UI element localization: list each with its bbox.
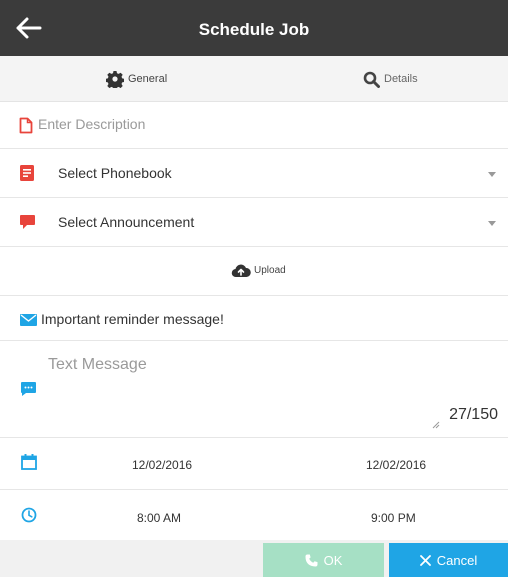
phonebook-select-value: Select Phonebook [58,165,172,181]
announcement-select-value: Select Announcement [58,214,195,230]
chat-icon [21,382,36,396]
subject-row[interactable]: Important reminder message! [0,296,508,341]
gear-icon [106,71,124,88]
cancel-label: Cancel [436,552,478,568]
phone-icon [305,554,318,566]
description-input[interactable]: Enter Description [38,116,145,132]
ok-button[interactable]: OK [263,543,384,577]
tab-details-label: Details [384,73,418,85]
phonebook-select[interactable]: Select Phonebook [0,149,508,198]
upload-row: Upload [0,247,508,296]
envelope-icon [20,314,37,326]
tab-bar: General Details [0,56,508,102]
chevron-down-icon [488,172,496,177]
description-row: Enter Description [0,102,508,149]
tab-general-label: General [128,73,168,85]
resize-handle-icon[interactable] [432,421,440,429]
document-icon [19,117,33,134]
upload-label: Upload [254,265,286,276]
upload-button[interactable]: Upload [231,263,286,278]
subject-input: Important reminder message! [41,311,224,327]
start-date-field[interactable]: 12/02/2016 [132,458,192,472]
cloud-upload-icon [231,264,251,278]
time-row: 8:00 AM 9:00 PM [0,490,508,540]
speech-bubble-icon [20,215,35,229]
char-counter: 27/150 [449,406,498,423]
tab-general[interactable]: General [106,56,167,102]
page-title: Schedule Job [198,20,310,39]
calendar-icon [21,454,37,470]
document-list-icon [20,165,34,181]
app-header: Schedule Job [0,0,508,56]
ok-label: OK [323,552,343,568]
footer-bar: OK Cancel [0,540,508,577]
chevron-down-icon [488,221,496,226]
text-message-row: Text Message 27/150 [0,341,508,438]
tab-details[interactable]: Details [363,56,418,102]
search-icon [363,71,380,88]
announcement-select[interactable]: Select Announcement [0,198,508,247]
start-time-field[interactable]: 8:00 AM [137,511,181,525]
end-time-field[interactable]: 9:00 PM [371,511,416,525]
date-row: 12/02/2016 12/02/2016 [0,438,508,490]
clock-icon [21,507,37,523]
close-icon [419,554,431,566]
text-message-input[interactable]: Text Message [48,356,147,374]
cancel-button[interactable]: Cancel [389,543,508,577]
end-date-field[interactable]: 12/02/2016 [366,458,426,472]
